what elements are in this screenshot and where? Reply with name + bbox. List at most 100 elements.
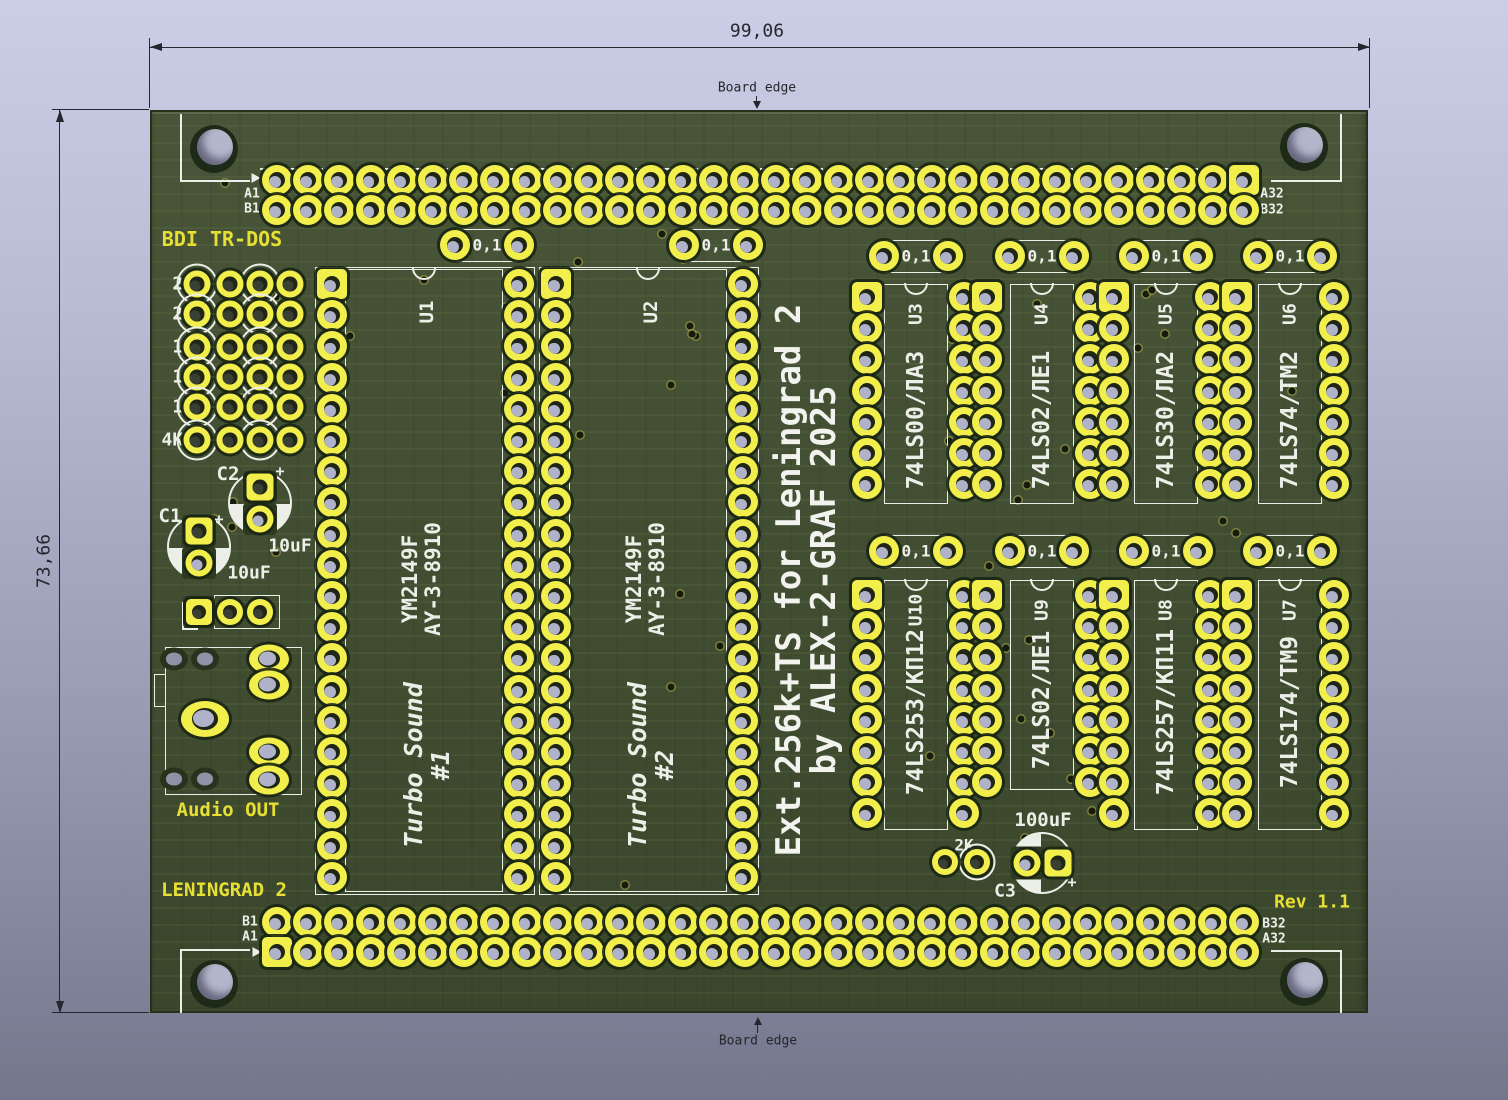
- dip40-pad[interactable]: [728, 706, 758, 736]
- dip-pad[interactable]: [852, 736, 882, 766]
- edge-connector-pad-top-b[interactable]: [636, 195, 666, 225]
- edge-connector-pad-top-b[interactable]: [387, 195, 417, 225]
- edge-connector-pad-top-b[interactable]: [293, 195, 323, 225]
- edge-connector-pad-top-b[interactable]: [1011, 195, 1041, 225]
- edge-connector-pad-top-b[interactable]: [948, 195, 978, 225]
- dip-pad[interactable]: [852, 469, 882, 499]
- dip-pad[interactable]: [1099, 282, 1129, 312]
- dip-pad[interactable]: [949, 798, 979, 828]
- dip-pad[interactable]: [972, 611, 1002, 641]
- pcb-board[interactable]: Ext.256k+TS for Leningrad 2 by ALEX-2-GR…: [150, 110, 1368, 1013]
- dip-pad[interactable]: [852, 282, 882, 312]
- resistor-pad[interactable]: [277, 334, 304, 361]
- dip-pad[interactable]: [1222, 674, 1252, 704]
- dip40-pad[interactable]: [504, 425, 534, 455]
- dip-pad[interactable]: [1222, 767, 1252, 797]
- edge-connector-pad-bottom-a[interactable]: [512, 937, 542, 967]
- dip40-pad[interactable]: [317, 862, 347, 892]
- edge-connector-pad-top-a[interactable]: [761, 165, 791, 195]
- edge-connector-pad-top-a[interactable]: [792, 165, 822, 195]
- edge-connector-pad-bottom-b[interactable]: [636, 907, 666, 937]
- edge-connector-pad-bottom-b[interactable]: [668, 907, 698, 937]
- edge-connector-pad-top-a[interactable]: [699, 165, 729, 195]
- dip-pad[interactable]: [1195, 407, 1225, 437]
- dip40-pad[interactable]: [728, 862, 758, 892]
- edge-connector-pad-top-b[interactable]: [449, 195, 479, 225]
- dip40-pad[interactable]: [504, 487, 534, 517]
- dip40-pad[interactable]: [728, 425, 758, 455]
- edge-connector-pad-top-a[interactable]: [262, 165, 292, 195]
- edge-connector-pad-bottom-a[interactable]: [1167, 937, 1197, 967]
- edge-connector-pad-top-a[interactable]: [293, 165, 323, 195]
- edge-connector-pad-bottom-b[interactable]: [1167, 907, 1197, 937]
- dip40-pad[interactable]: [317, 799, 347, 829]
- dip-pad[interactable]: [1319, 344, 1349, 374]
- edge-connector-pad-top-b[interactable]: [1136, 195, 1166, 225]
- resistor-pad[interactable]: [932, 849, 958, 875]
- dip-pad[interactable]: [1195, 580, 1225, 610]
- resistor-pad[interactable]: [184, 301, 211, 328]
- decoupling-cap-pad[interactable]: [1183, 536, 1213, 566]
- edge-connector-pad-top-a[interactable]: [1229, 165, 1259, 195]
- resistor-pad[interactable]: [277, 394, 304, 421]
- dip-pad[interactable]: [1099, 611, 1129, 641]
- dip-pad[interactable]: [1099, 376, 1129, 406]
- edge-connector-pad-top-a[interactable]: [480, 165, 510, 195]
- dip-pad[interactable]: [1099, 736, 1129, 766]
- dip-pad[interactable]: [1319, 705, 1349, 735]
- audio-connector-pad[interactable]: [249, 766, 289, 795]
- dip40-pad[interactable]: [541, 612, 571, 642]
- edge-connector-pad-bottom-b[interactable]: [855, 907, 885, 937]
- edge-connector-pad-top-a[interactable]: [855, 165, 885, 195]
- edge-connector-pad-bottom-a[interactable]: [1073, 937, 1103, 967]
- resistor-pad[interactable]: [964, 849, 990, 875]
- edge-connector-pad-bottom-b[interactable]: [792, 907, 822, 937]
- resistor-pad[interactable]: [247, 427, 274, 454]
- dip-pad[interactable]: [1222, 798, 1252, 828]
- dip-pad[interactable]: [1222, 376, 1252, 406]
- edge-connector-pad-bottom-b[interactable]: [948, 907, 978, 937]
- dip-pad[interactable]: [1099, 705, 1129, 735]
- dip40-pad[interactable]: [317, 300, 347, 330]
- dip-pad[interactable]: [972, 407, 1002, 437]
- dip40-pad[interactable]: [504, 331, 534, 361]
- dip40-pad[interactable]: [728, 331, 758, 361]
- edge-connector-pad-bottom-a[interactable]: [449, 937, 479, 967]
- decoupling-cap-pad[interactable]: [440, 230, 470, 260]
- dip-pad[interactable]: [1099, 469, 1129, 499]
- edge-connector-pad-bottom-b[interactable]: [1136, 907, 1166, 937]
- dip-pad[interactable]: [972, 313, 1002, 343]
- dip-pad[interactable]: [972, 469, 1002, 499]
- cap-negative-pad[interactable]: [247, 506, 274, 533]
- edge-connector-pad-top-a[interactable]: [668, 165, 698, 195]
- edge-connector-pad-top-a[interactable]: [1073, 165, 1103, 195]
- cap-negative-pad[interactable]: [186, 550, 213, 577]
- dip-pad[interactable]: [1319, 438, 1349, 468]
- dip-pad[interactable]: [852, 376, 882, 406]
- edge-connector-pad-bottom-b[interactable]: [418, 907, 448, 937]
- dip-pad[interactable]: [1195, 469, 1225, 499]
- dip-pad[interactable]: [1099, 767, 1129, 797]
- edge-connector-pad-top-b[interactable]: [543, 195, 573, 225]
- edge-connector-pad-bottom-b[interactable]: [293, 907, 323, 937]
- dip-pad[interactable]: [1222, 469, 1252, 499]
- edge-connector-pad-top-a[interactable]: [449, 165, 479, 195]
- dip40-pad[interactable]: [728, 799, 758, 829]
- dip40-pad[interactable]: [541, 425, 571, 455]
- dip40-pad[interactable]: [541, 550, 571, 580]
- dip40-pad[interactable]: [317, 456, 347, 486]
- dip-pad[interactable]: [1222, 407, 1252, 437]
- dip40-pad[interactable]: [317, 269, 347, 299]
- dip40-pad[interactable]: [728, 675, 758, 705]
- dip40-pad[interactable]: [541, 300, 571, 330]
- edge-connector-pad-top-b[interactable]: [886, 195, 916, 225]
- jumper-pad-1[interactable]: [186, 599, 212, 625]
- edge-connector-pad-top-b[interactable]: [1198, 195, 1228, 225]
- dip40-pad[interactable]: [541, 643, 571, 673]
- decoupling-cap-pad[interactable]: [669, 230, 699, 260]
- dip-pad[interactable]: [852, 642, 882, 672]
- edge-connector-pad-bottom-a[interactable]: [1042, 937, 1072, 967]
- cap-negative-pad[interactable]: [1014, 850, 1041, 877]
- decoupling-cap-pad[interactable]: [1243, 241, 1273, 271]
- resistor-pad[interactable]: [247, 301, 274, 328]
